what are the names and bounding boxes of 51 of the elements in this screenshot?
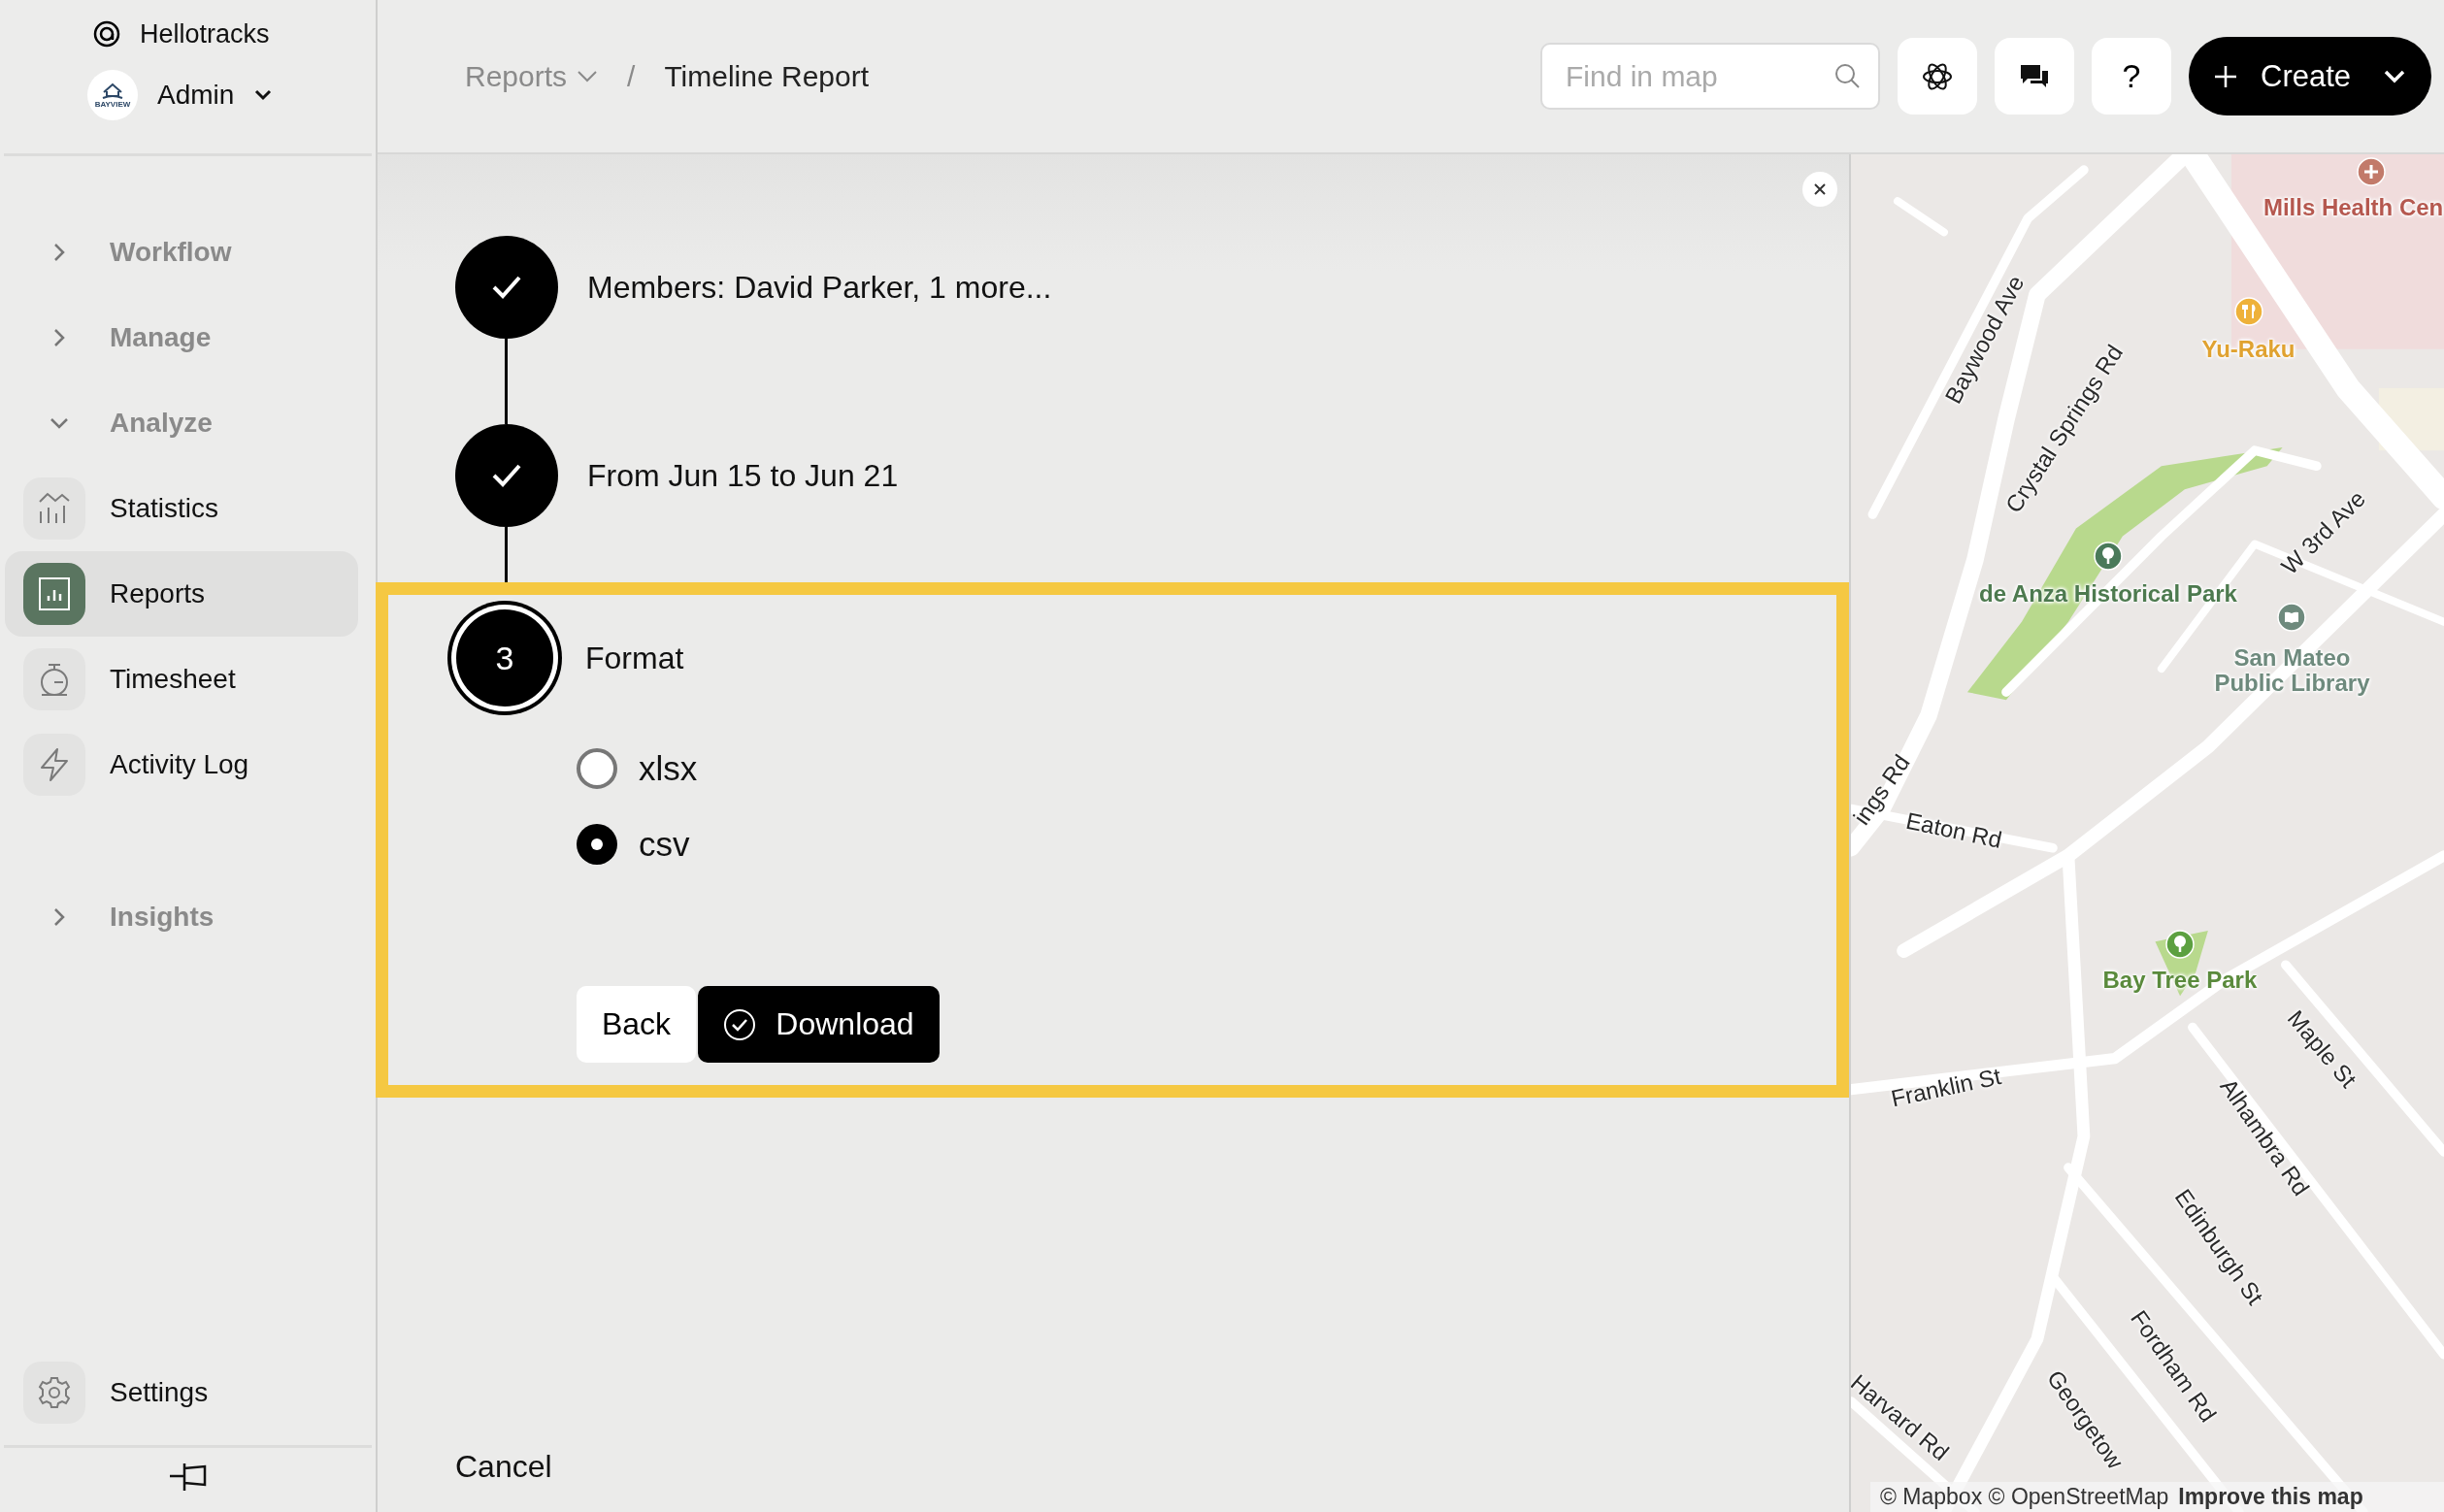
report-icon [36,575,73,612]
breadcrumb-separator: / [627,59,636,93]
fork-knife-icon [2233,297,2263,327]
tree-marker-icon [2164,930,2195,960]
nav-item[interactable]: Activity Log [5,722,358,807]
place-label: Mills Health Cen [2262,194,2444,220]
option-label[interactable]: csv [639,825,690,864]
improve-map-link[interactable]: Improve this map [2178,1484,2363,1510]
step-title: Format [585,640,684,676]
close-button[interactable] [1802,172,1837,207]
search-field[interactable]: Find in map [1540,43,1880,110]
close-icon [1812,181,1828,197]
download-button[interactable]: Download [698,986,940,1063]
account-name[interactable]: Admin [157,80,235,111]
back-button[interactable]: Back [577,986,696,1063]
radio-button[interactable] [577,748,617,789]
create-button[interactable]: Create [2189,37,2431,115]
chevron-down-icon [577,69,599,83]
breadcrumb-current: Timeline Report [664,59,870,93]
place-label: Yu-Raku [2201,336,2295,362]
ai-assistant-button[interactable] [1898,38,1977,115]
plus-icon [2214,64,2237,88]
book-marker-icon [2277,602,2307,632]
chevron-down-icon[interactable] [253,88,274,102]
chat-button[interactable] [1995,38,2074,115]
step-title: Members: David Parker, 1 more... [587,269,1052,306]
tree-marker-icon [2094,542,2123,572]
radio-button[interactable] [577,824,617,865]
place-label: San Mateo Public Library [2213,644,2371,696]
brand-logo-icon [93,20,120,48]
help-button[interactable]: ? [2092,38,2171,115]
brand-name: Hellotracks [140,18,270,49]
account-logo: BAYVIEW [87,70,138,120]
search-icon [1833,62,1861,89]
option-label[interactable]: xlsx [639,749,698,788]
settings-icon [36,1374,73,1411]
street-label: Eaton Rd [1903,807,2004,854]
nav-item[interactable]: Statistics [5,466,358,551]
cancel-link[interactable]: Cancel [455,1449,552,1485]
chevron-down-icon [2383,68,2406,84]
nav-item[interactable]: Settings [5,1350,358,1435]
check-circle-icon [723,1007,757,1041]
nav-item[interactable]: Timesheet [5,637,358,722]
street-label: Franklin St [1889,1064,2003,1112]
nav-item[interactable]: Reports [5,551,358,637]
pin-icon[interactable] [167,1462,209,1493]
step-title: From Jun 15 to Jun 21 [587,457,899,494]
place-label: Bay Tree Park [2102,968,2258,994]
plus-marker-icon [2357,156,2387,186]
map-attribution: © Mapbox © OpenStreetMap [1880,1484,2169,1510]
street-label: W 3rd Ave [2276,485,2370,580]
